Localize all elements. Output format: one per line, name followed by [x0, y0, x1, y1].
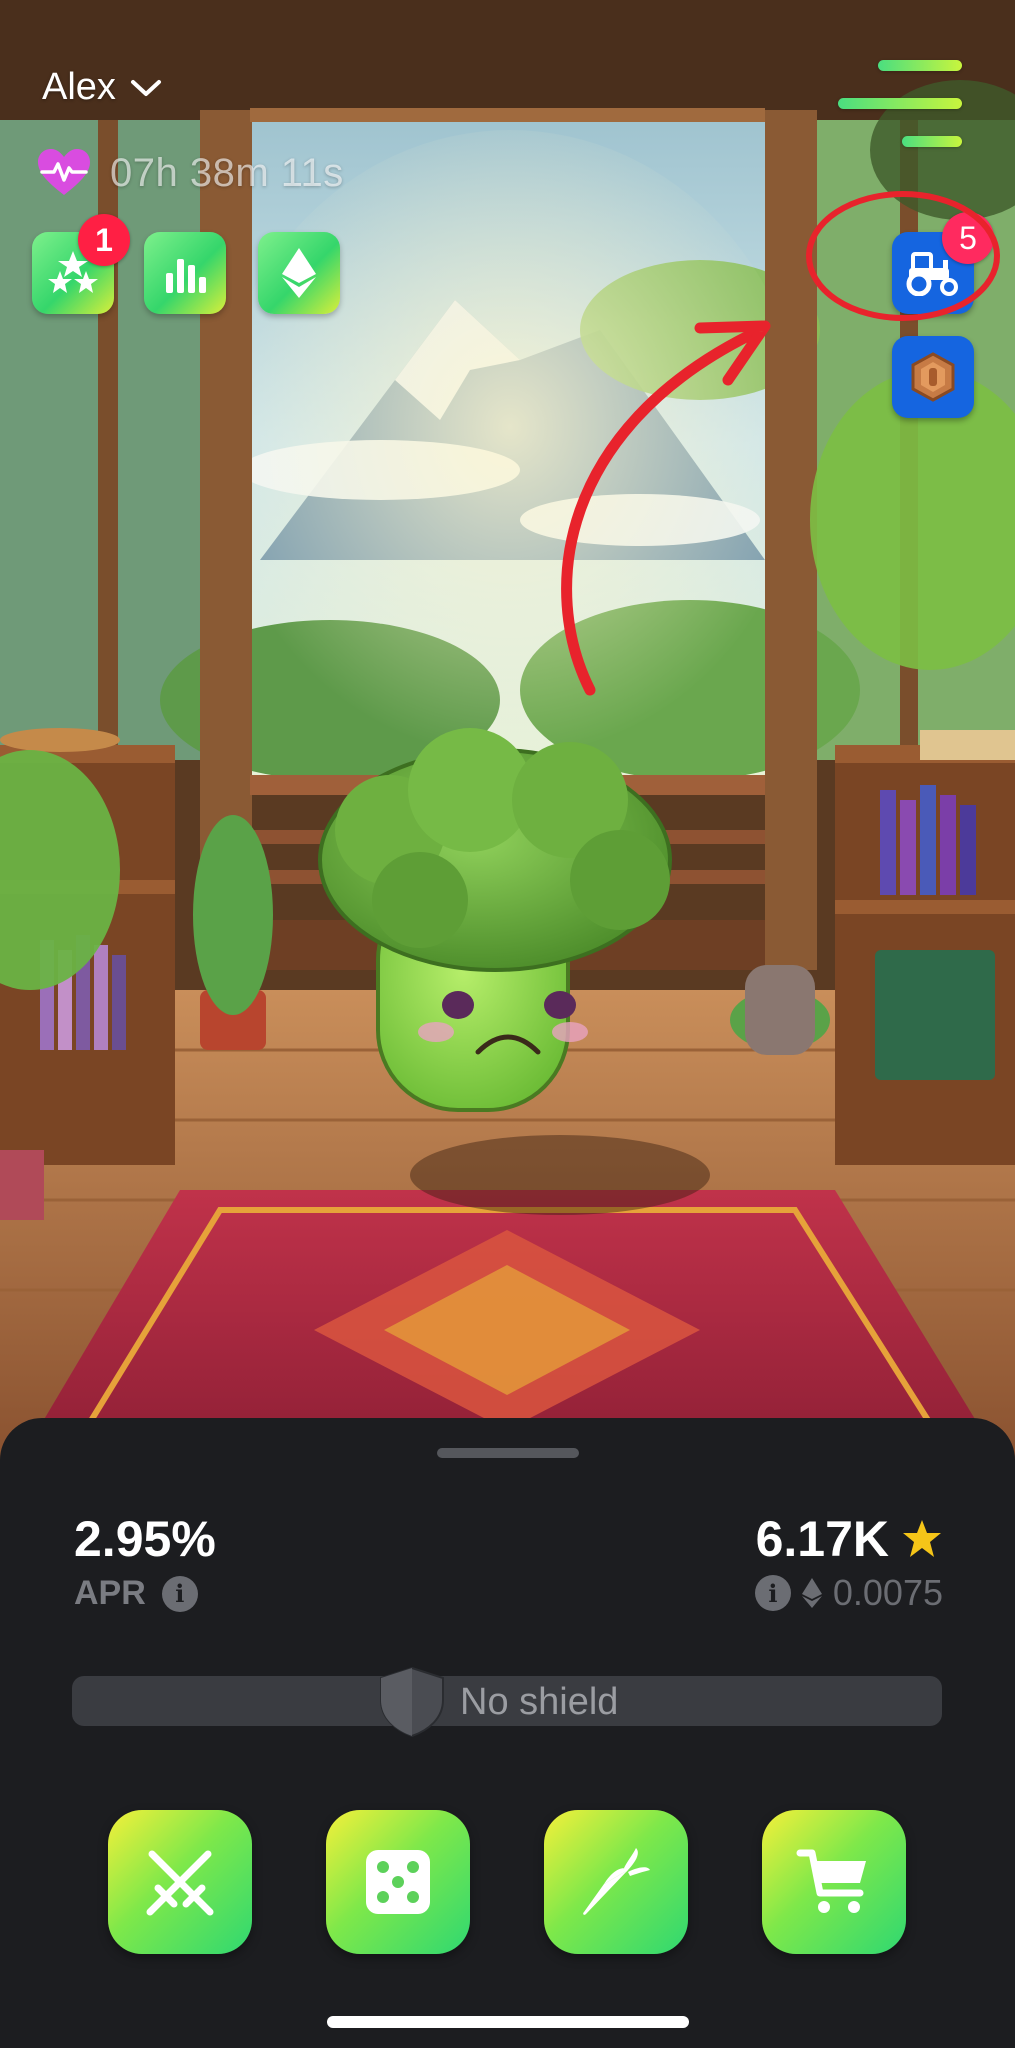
shopping-cart-icon	[796, 1849, 866, 1913]
info-icon[interactable]: i	[161, 1575, 198, 1612]
eth-value: 0.0075	[832, 1572, 943, 1613]
battle-button[interactable]	[108, 1810, 252, 1954]
stats-panel: 2.95% APR i 6.17K i 0.0075 No shield	[0, 1418, 1015, 2048]
shield-bar[interactable]: No shield	[72, 1666, 942, 1738]
leaderboard-button[interactable]	[144, 232, 226, 314]
bronze-coin-icon	[911, 352, 955, 402]
room-illustration	[0, 0, 1015, 1460]
eth-balance: i 0.0075	[754, 1572, 943, 1614]
shield-icon	[380, 1666, 444, 1738]
ethereum-icon	[801, 1578, 822, 1608]
apr-label: APR	[74, 1574, 146, 1612]
feed-button[interactable]	[544, 1810, 688, 1954]
stars-value: 6.17K	[755, 1511, 889, 1567]
ethereum-icon	[282, 248, 316, 298]
stars-balance: 6.17K	[756, 1510, 943, 1568]
timer-text: 07h 38m 11s	[110, 150, 344, 195]
game-scene	[0, 0, 1015, 1460]
star-icon	[903, 1520, 941, 1557]
token-button[interactable]	[892, 336, 974, 418]
drag-handle[interactable]	[437, 1448, 579, 1458]
menu-line	[902, 136, 962, 147]
menu-icon	[878, 60, 962, 71]
energy-timer: 07h 38m 11s	[36, 148, 344, 198]
chevron-down-icon	[130, 79, 161, 96]
carrot-icon	[583, 1848, 650, 1915]
apr-value: 2.95%	[74, 1511, 216, 1567]
user-selector[interactable]: Alex	[42, 66, 162, 109]
crossed-swords-icon	[146, 1850, 214, 1916]
bar-chart-icon	[166, 259, 206, 293]
shop-button[interactable]	[762, 1810, 906, 1954]
menu-button[interactable]	[838, 58, 964, 154]
ethereum-button[interactable]	[258, 232, 340, 314]
dice-button[interactable]	[326, 1810, 470, 1954]
dice-icon	[366, 1850, 430, 1914]
apr-label-row: APR i	[74, 1574, 198, 1613]
quests-notification-badge: 1	[78, 214, 130, 266]
heart-pulse-icon	[38, 149, 90, 195]
shield-label: No shield	[460, 1681, 619, 1723]
menu-line	[838, 98, 962, 109]
info-icon[interactable]: i	[754, 1575, 791, 1611]
user-name: Alex	[42, 66, 116, 108]
home-indicator[interactable]	[327, 2016, 689, 2028]
farm-notification-badge: 5	[942, 212, 994, 264]
